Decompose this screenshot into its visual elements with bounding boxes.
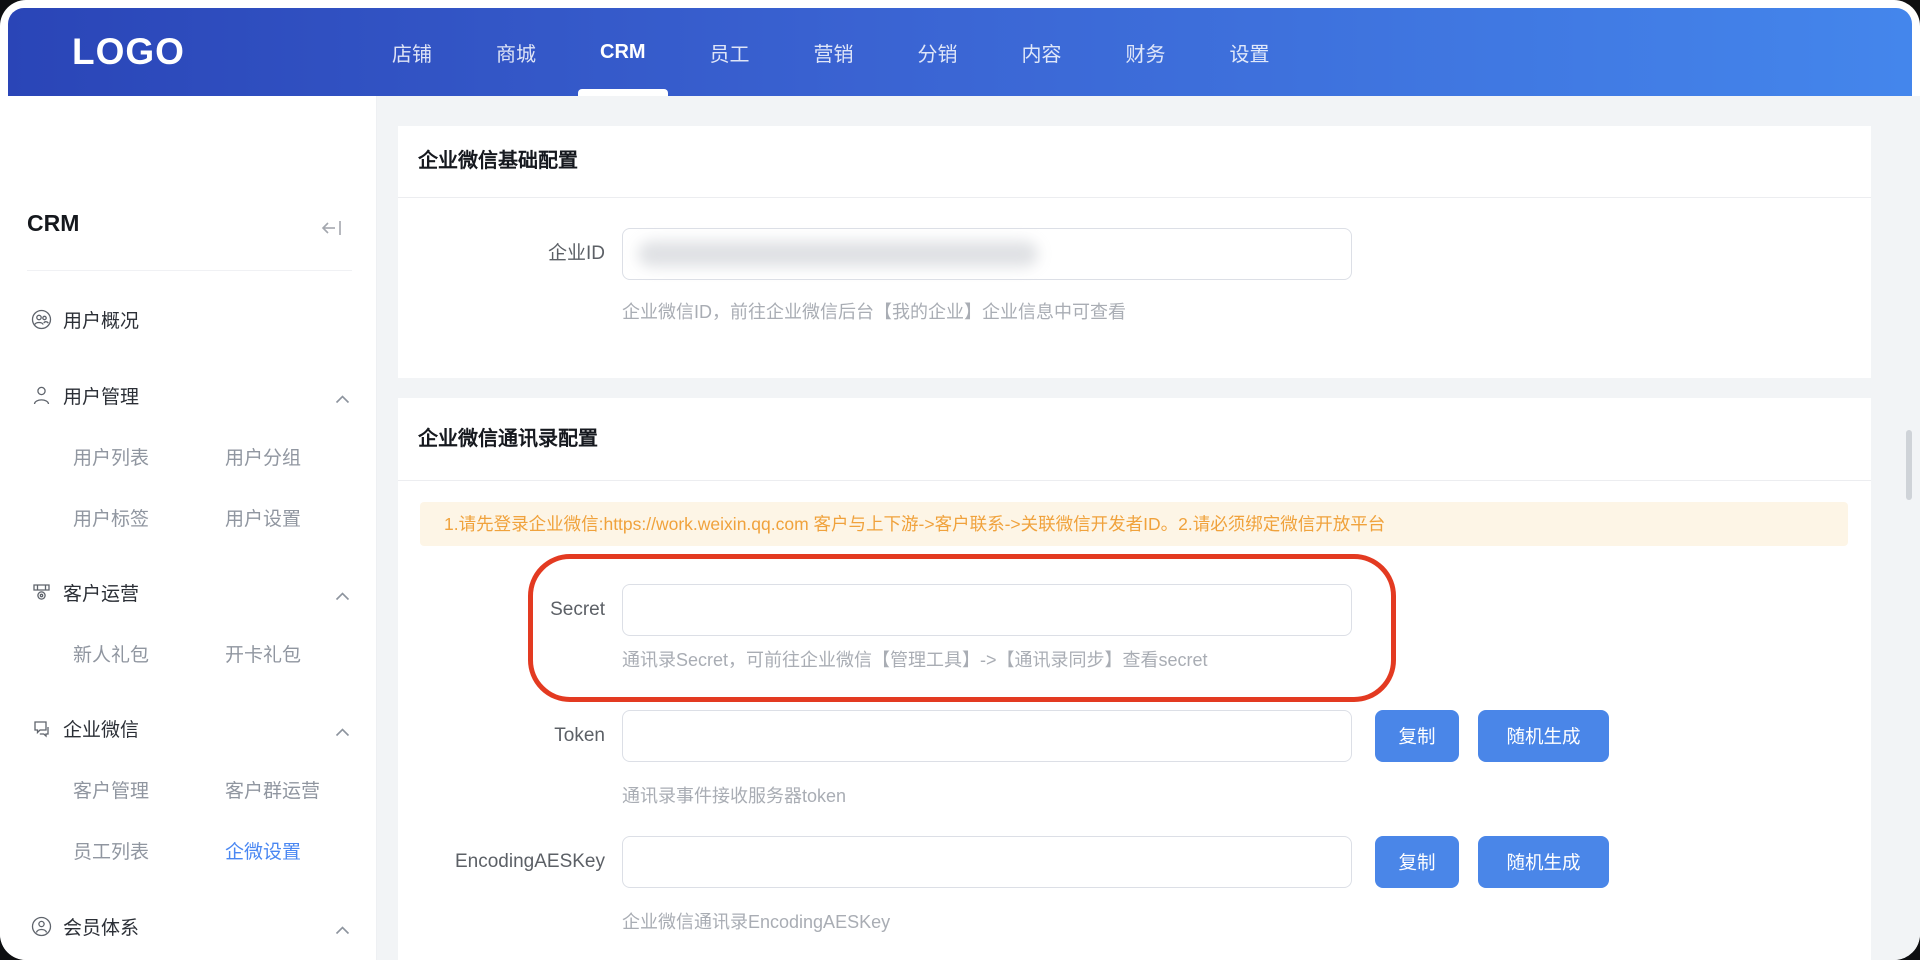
sidebar-subitem-user-settings[interactable]: 用户设置	[225, 507, 301, 533]
secret-field	[622, 584, 1352, 636]
sidebar-item-label: 客户运营	[63, 579, 139, 606]
aes-key-help: 企业微信通讯录EncodingAESKey	[622, 908, 890, 934]
token-generate-button[interactable]: 随机生成	[1478, 710, 1609, 762]
aes-key-label: EncodingAESKey	[418, 836, 605, 888]
active-tab-indicator	[578, 89, 668, 96]
main-content: 企业微信基础配置 企业ID 企业微信ID，前往企业微信后台【我的企业】企业信息中…	[377, 96, 1920, 960]
corp-id-input[interactable]	[622, 228, 1352, 280]
sidebar-subitem-wecom-settings[interactable]: 企微设置	[225, 840, 301, 866]
wecom-notice-banner: 1.请先登录企业微信:https://work.weixin.qq.com 客户…	[420, 502, 1848, 546]
sidebar-item-membership[interactable]: 会员体系	[30, 911, 350, 941]
logo: LOGO	[72, 8, 185, 96]
nav-tab-shop[interactable]: 店铺	[392, 38, 432, 67]
customer-ops-icon	[30, 581, 52, 603]
section-divider	[398, 197, 1871, 198]
corp-id-field	[622, 228, 1352, 280]
sidebar-item-user-overview[interactable]: 用户概况	[30, 304, 350, 334]
sidebar-item-customer-ops[interactable]: 客户运营	[30, 577, 350, 607]
sidebar-item-user-management[interactable]: 用户管理	[30, 380, 350, 410]
sidebar-subitem-user-tags[interactable]: 用户标签	[73, 507, 149, 533]
sidebar-divider	[27, 270, 352, 271]
top-navbar: LOGO 店铺 商城 CRM 员工 营销 分销 内容 财务 设置	[8, 8, 1912, 96]
aes-key-generate-button[interactable]: 随机生成	[1478, 836, 1609, 888]
chevron-up-icon[interactable]	[335, 724, 350, 742]
secret-label: Secret	[418, 584, 605, 636]
collapse-sidebar-icon[interactable]	[320, 218, 344, 243]
aes-key-field	[622, 836, 1352, 888]
sidebar-subitem-customer-management[interactable]: 客户管理	[73, 779, 149, 805]
nav-tab-settings[interactable]: 设置	[1230, 38, 1270, 67]
sidebar: CRM 用户概况	[0, 96, 377, 960]
secret-input[interactable]	[622, 584, 1352, 636]
app-window: LOGO 店铺 商城 CRM 员工 营销 分销 内容 财务 设置 CRM	[0, 0, 1920, 960]
sidebar-subitem-user-groups[interactable]: 用户分组	[225, 446, 301, 472]
nav-tab-marketing[interactable]: 营销	[814, 38, 854, 67]
nav-tab-staff[interactable]: 员工	[710, 38, 750, 67]
token-copy-button[interactable]: 复制	[1375, 710, 1459, 762]
wecom-chat-icon	[30, 717, 52, 739]
section-title: 企业微信基础配置	[418, 144, 578, 173]
users-overview-icon	[30, 308, 52, 330]
aes-key-input[interactable]	[622, 836, 1352, 888]
sidebar-item-label: 用户管理	[63, 382, 139, 409]
sidebar-subitem-card-gift[interactable]: 开卡礼包	[225, 643, 301, 669]
sidebar-subitem-customer-group-ops[interactable]: 客户群运营	[225, 779, 320, 805]
sidebar-item-label: 企业微信	[63, 715, 139, 742]
chevron-up-icon[interactable]	[335, 922, 350, 940]
member-icon	[30, 915, 52, 937]
section-divider	[398, 480, 1871, 481]
scrollbar-thumb[interactable]	[1906, 430, 1912, 500]
chevron-up-icon[interactable]	[335, 588, 350, 606]
token-label: Token	[418, 710, 605, 762]
chevron-up-icon[interactable]	[335, 391, 350, 409]
nav-tabs: 店铺 商城 CRM 员工 营销 分销 内容 财务 设置	[392, 8, 1270, 96]
wecom-contacts-config-card: 企业微信通讯录配置 1.请先登录企业微信:https://work.weixin…	[398, 398, 1871, 960]
nav-tab-finance[interactable]: 财务	[1126, 38, 1166, 67]
user-icon	[30, 384, 52, 406]
sidebar-subitem-user-list[interactable]: 用户列表	[73, 446, 149, 472]
section-title: 企业微信通讯录配置	[418, 422, 598, 451]
sidebar-subitem-newbie-gift[interactable]: 新人礼包	[73, 643, 149, 669]
corp-id-help: 企业微信ID，前往企业微信后台【我的企业】企业信息中可查看	[622, 298, 1126, 324]
sidebar-item-wecom[interactable]: 企业微信	[30, 713, 350, 743]
token-field	[622, 710, 1352, 762]
secret-help: 通讯录Secret，可前往企业微信【管理工具】->【通讯录同步】查看secret	[622, 646, 1208, 672]
nav-tab-crm[interactable]: CRM	[600, 41, 646, 64]
sidebar-subitem-staff-list[interactable]: 员工列表	[73, 840, 149, 866]
nav-tab-mall[interactable]: 商城	[496, 38, 536, 67]
sidebar-title: CRM	[27, 210, 79, 237]
sidebar-item-label: 会员体系	[63, 913, 139, 940]
wecom-basic-config-card: 企业微信基础配置 企业ID 企业微信ID，前往企业微信后台【我的企业】企业信息中…	[398, 126, 1871, 378]
aes-key-copy-button[interactable]: 复制	[1375, 836, 1459, 888]
sidebar-item-label: 用户概况	[63, 306, 139, 333]
corp-id-label: 企业ID	[418, 228, 605, 280]
token-input[interactable]	[622, 710, 1352, 762]
nav-tab-content[interactable]: 内容	[1022, 38, 1062, 67]
nav-tab-distribution[interactable]: 分销	[918, 38, 958, 67]
token-help: 通讯录事件接收服务器token	[622, 782, 846, 808]
